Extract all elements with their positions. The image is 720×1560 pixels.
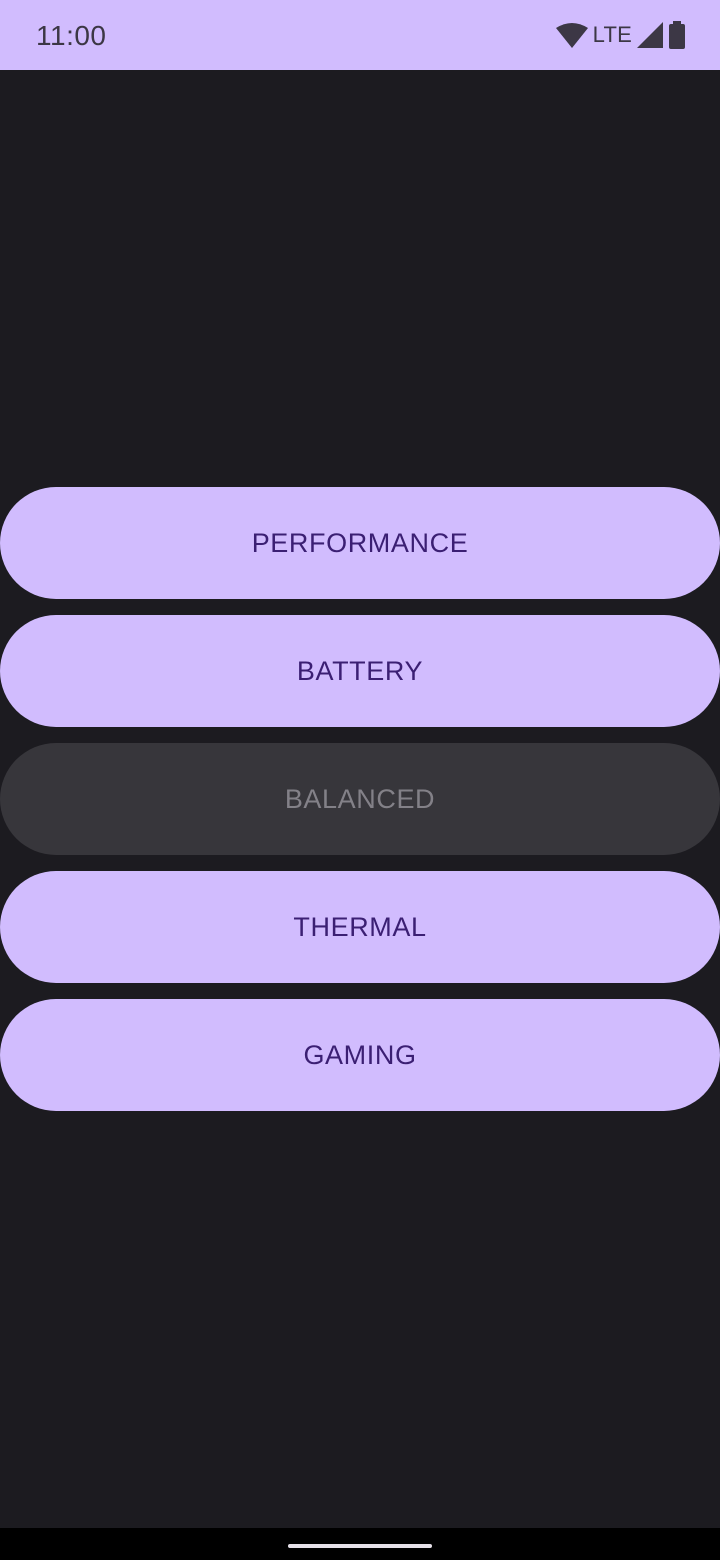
status-bar: 11:00 LTE: [0, 0, 720, 70]
wifi-icon: [555, 22, 588, 48]
status-icons: LTE: [555, 21, 686, 49]
signal-icon: [637, 22, 663, 48]
navigation-bar: [0, 1528, 720, 1560]
battery-icon: [668, 21, 686, 49]
gaming-button[interactable]: GAMING: [0, 999, 720, 1111]
thermal-button[interactable]: THERMAL: [0, 871, 720, 983]
balanced-button[interactable]: BALANCED: [0, 743, 720, 855]
battery-button[interactable]: BATTERY: [0, 615, 720, 727]
home-indicator[interactable]: [288, 1544, 432, 1548]
app-screen: 11:00 LTE PERFORMANCE BATTERY BALANCED T…: [0, 0, 720, 1560]
performance-button[interactable]: PERFORMANCE: [0, 487, 720, 599]
network-type-label: LTE: [592, 22, 632, 47]
status-clock: 11:00: [36, 20, 107, 51]
